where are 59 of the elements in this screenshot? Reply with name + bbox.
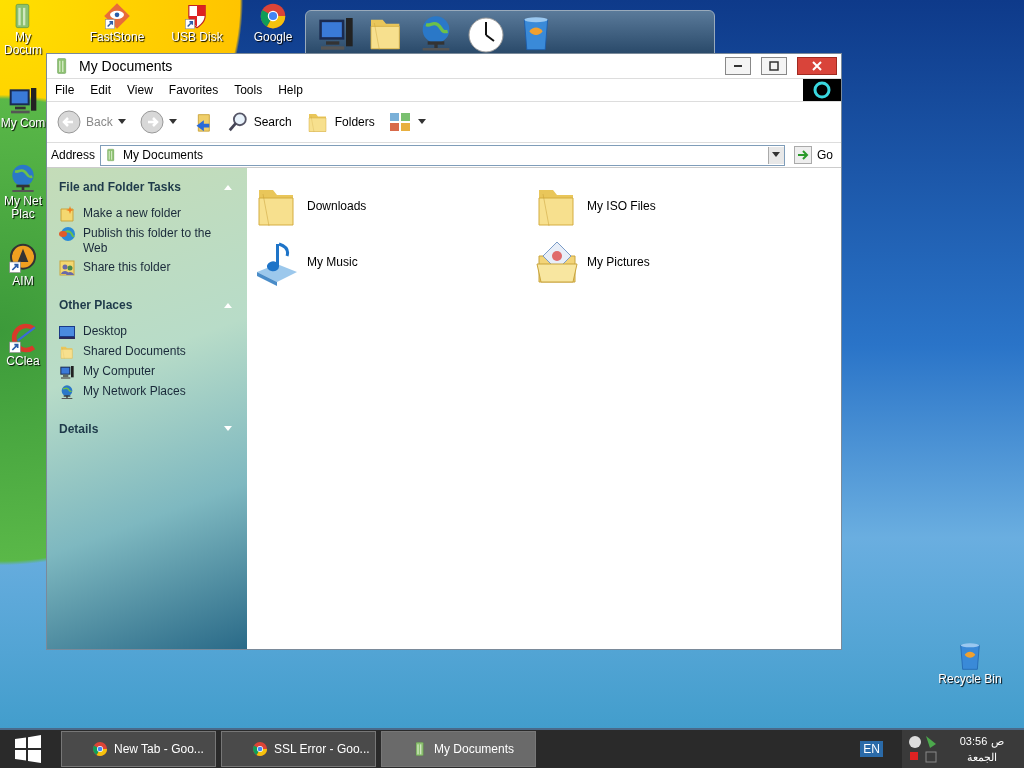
thumbnails-icon [388,111,413,133]
search-button[interactable]: Search [222,109,296,135]
dropdown-button[interactable] [768,146,784,164]
folder-name[interactable]: My Pictures [587,255,650,269]
task-link[interactable]: Make a new folder [83,206,182,221]
computer-icon [59,364,75,380]
task-link[interactable]: Shared Documents [83,344,186,359]
go-button[interactable]: Go [790,146,837,164]
task-link[interactable]: My Network Places [83,384,186,399]
caret-icon [772,152,781,158]
folder-icon [59,344,75,360]
share-icon [59,260,75,276]
desktop-icon [59,324,75,340]
task-section-title: File and Folder Tasks [59,180,181,194]
menu-item[interactable]: File [47,83,83,97]
clock-day[interactable]: الجمعة [967,749,997,765]
task-link[interactable]: Share this folder [83,260,171,275]
menu-item[interactable]: Help [270,83,311,97]
folder-name[interactable]: Downloads [307,199,367,213]
task-link[interactable]: My Computer [83,364,156,379]
maximize-button[interactable] [761,57,787,75]
desktop-icon-label[interactable]: Google [253,31,293,44]
clock-period[interactable]: ص [991,733,1005,749]
caret-icon [168,119,177,125]
search-icon [226,111,249,133]
taskbar-button[interactable]: SSL Error - Goo... [221,731,376,767]
windows-logo-icon [14,735,42,763]
browser-icon[interactable] [259,2,287,30]
close-button[interactable] [797,57,837,75]
task-link[interactable]: Desktop [83,324,128,339]
close-icon [812,61,822,71]
folders-button[interactable]: Folders [301,108,379,136]
caret-icon [117,119,126,125]
menu-item[interactable]: Edit [82,83,120,97]
folder-name[interactable]: My ISO Files [587,199,656,213]
network-icon [59,384,75,400]
address-field[interactable]: My Documents [100,144,785,166]
ring-logo-icon [803,79,841,101]
task-link[interactable]: Publish this folder to the Web [83,226,237,256]
menu-item[interactable]: Tools [226,83,271,97]
task-section-title: Other Places [59,298,133,312]
language-indicator[interactable]: EN [860,741,883,757]
minimize-icon [734,65,742,67]
window-title: My Documents [79,58,174,74]
caret-icon [417,119,426,125]
address-label: Address [51,148,96,162]
taskbar-button[interactable]: New Tab - Goo... [61,731,216,767]
menu-item[interactable]: Favorites [160,83,227,97]
menu-item[interactable]: View [119,83,161,97]
newfolder-icon [59,206,75,222]
task-section-title: Details [59,422,99,436]
minimize-button[interactable] [725,57,751,75]
browser-icon [252,741,268,757]
taskbar-button[interactable]: My Documents [381,731,536,767]
folder-name[interactable]: My Music [307,255,358,269]
clock-time[interactable]: 03:56 [959,733,988,749]
browser-icon [92,741,108,757]
tray-icons-drawing[interactable] [908,734,940,764]
maximize-icon [769,61,779,71]
